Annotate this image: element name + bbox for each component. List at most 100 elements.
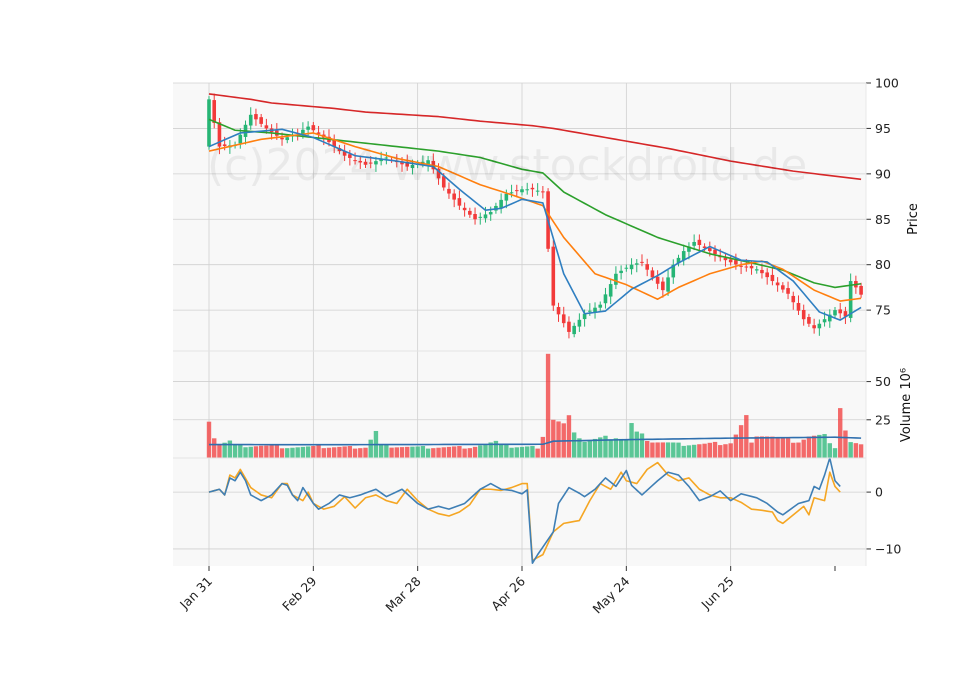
- candle-body: [640, 261, 644, 263]
- volume-bar: [671, 442, 676, 458]
- volume-bar: [801, 439, 806, 458]
- candle-body: [457, 198, 462, 206]
- candle-body: [775, 282, 780, 286]
- volume-bar: [420, 446, 426, 458]
- candle-body: [248, 114, 253, 126]
- candle-body: [577, 319, 582, 327]
- volume-bar: [457, 446, 462, 458]
- candle-body: [765, 272, 769, 278]
- volume-bar: [806, 436, 812, 458]
- volume-bar: [676, 442, 681, 458]
- volume-bar: [843, 430, 848, 458]
- volume-bar: [326, 447, 332, 458]
- volume-bar: [227, 440, 233, 458]
- volume-bar: [702, 443, 707, 458]
- volume-bar: [217, 444, 222, 458]
- candle-body: [556, 307, 561, 315]
- volume-bar: [603, 435, 608, 458]
- candle-body: [468, 210, 472, 215]
- volume-bar: [571, 432, 577, 458]
- volume-bar: [358, 448, 363, 458]
- candle-body: [588, 310, 592, 312]
- volume-bar: [399, 447, 405, 458]
- volume-bar: [629, 423, 634, 458]
- volume-bar: [337, 446, 342, 458]
- y-tick-label: 100: [875, 76, 899, 91]
- volume-bar: [749, 442, 754, 458]
- volume-bar: [425, 448, 431, 458]
- volume-bar: [613, 438, 619, 458]
- candle-body: [509, 192, 514, 194]
- volume-bar: [368, 439, 373, 458]
- volume-bar: [285, 448, 290, 458]
- volume-bar: [311, 446, 316, 458]
- volume-bar: [467, 448, 473, 458]
- volume-bar: [691, 444, 697, 458]
- candle-body: [504, 193, 509, 201]
- x-tick-label: Jan 31: [176, 574, 215, 613]
- x-tick-label: May 24: [590, 573, 633, 616]
- volume-bar: [838, 408, 843, 458]
- candle-body: [744, 266, 749, 268]
- candle-body: [812, 325, 816, 329]
- candle-body: [708, 248, 712, 252]
- volume-bar: [342, 446, 347, 458]
- candle-body: [311, 125, 316, 131]
- volume-bar: [462, 448, 467, 458]
- volume-bar: [321, 448, 326, 458]
- volume-bar: [483, 444, 488, 458]
- volume-bar: [791, 442, 796, 458]
- volume-bar: [436, 447, 441, 458]
- volume-bar: [446, 446, 452, 458]
- volume-bar: [660, 442, 666, 458]
- volume-bar: [431, 448, 436, 458]
- volume-bar: [728, 443, 733, 458]
- volume-bar: [655, 442, 660, 458]
- y-tick-label: 75: [875, 303, 891, 318]
- volume-bar: [832, 448, 838, 458]
- candle-body: [614, 273, 618, 285]
- volume-bar: [441, 447, 446, 458]
- candle-body: [306, 126, 310, 130]
- volume-bar: [587, 440, 593, 458]
- volume-bar: [744, 415, 749, 458]
- candle-body: [781, 285, 785, 290]
- candle-body: [619, 270, 623, 274]
- y-tick-label: 25: [875, 412, 891, 427]
- volume-bar: [498, 444, 504, 458]
- candle-body: [801, 309, 806, 320]
- volume-bar: [384, 444, 389, 458]
- volume-bar: [848, 442, 853, 458]
- volume-bar: [525, 446, 530, 458]
- candle-body: [760, 269, 764, 274]
- volume-bar: [352, 448, 358, 458]
- volume-bar: [540, 436, 546, 458]
- volume-bar: [415, 446, 420, 458]
- candle-body: [728, 259, 733, 263]
- candle-body: [462, 207, 467, 211]
- volume-bar: [514, 447, 519, 458]
- candle-body: [796, 302, 801, 311]
- volume-bar: [853, 443, 859, 458]
- volume-bar: [238, 444, 243, 458]
- candle-body: [598, 304, 603, 308]
- candle-body: [749, 265, 754, 269]
- volume-bar: [478, 445, 483, 458]
- oscillator-panel: 0 −10: [173, 457, 901, 566]
- candle-body: [478, 216, 483, 218]
- volume-bar: [253, 446, 259, 458]
- volume-bar: [248, 446, 253, 458]
- y-tick-label: 85: [875, 212, 891, 227]
- volume-panel: 25 50 Volume 10⁶: [173, 351, 914, 458]
- volume-bar: [566, 415, 572, 458]
- volume-bar: [535, 448, 540, 458]
- candle-body: [483, 214, 488, 219]
- volume-bar: [232, 444, 238, 458]
- candle-body: [650, 270, 655, 278]
- volume-bar: [279, 448, 285, 458]
- x-tick-label: Feb 29: [279, 573, 319, 613]
- candle-body: [551, 246, 556, 306]
- volume-bar: [754, 436, 759, 458]
- candle-body: [833, 310, 837, 316]
- volume-bar: [645, 440, 650, 458]
